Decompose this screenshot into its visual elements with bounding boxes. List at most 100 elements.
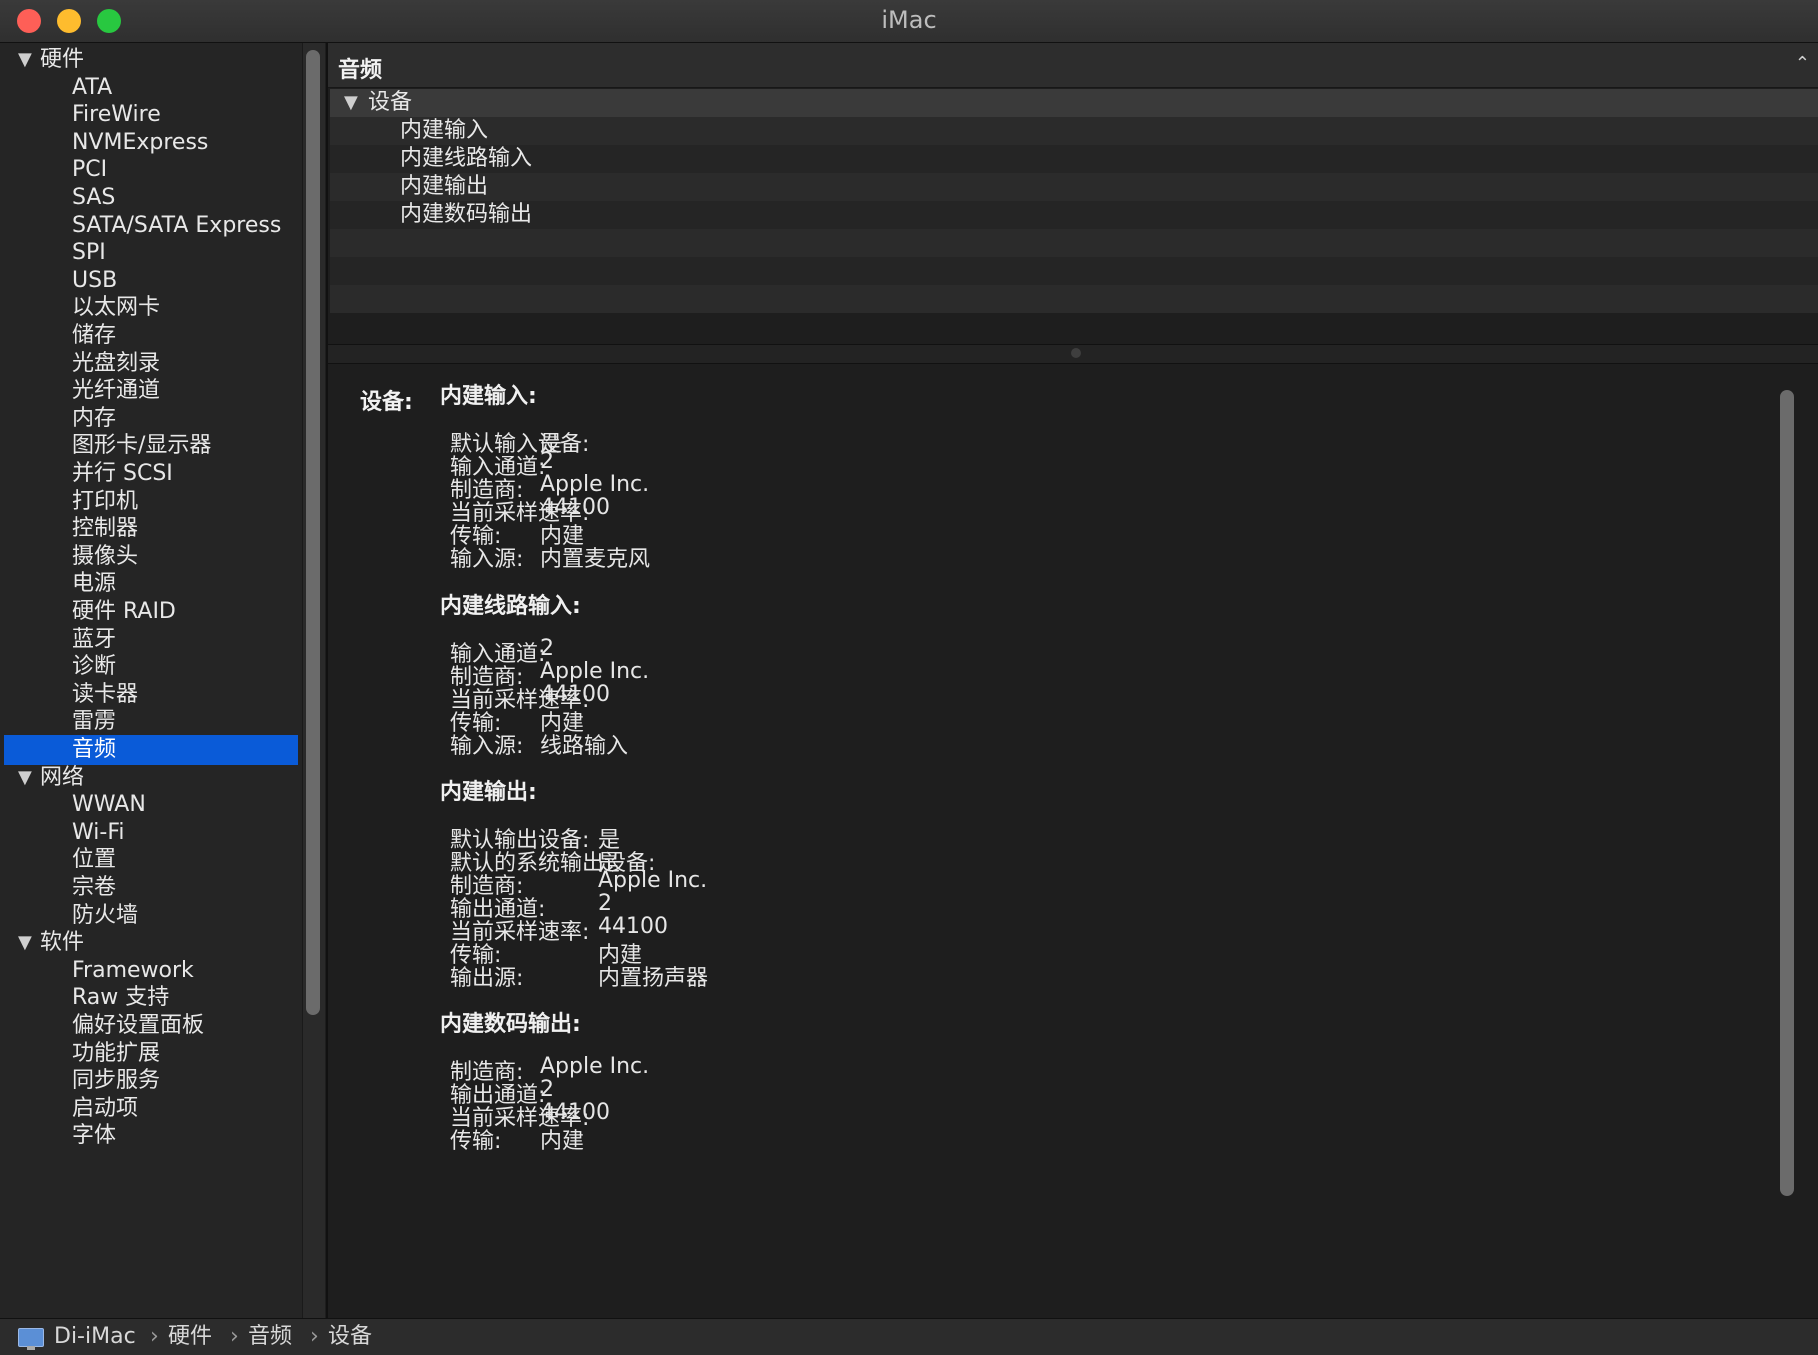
property-value: Apple Inc. [540, 659, 650, 684]
sidebar-item[interactable]: 内存 [4, 404, 298, 434]
chevron-right-icon: › [310, 1324, 319, 1349]
sidebar-item[interactable]: 控制器 [4, 514, 298, 544]
device-group-row[interactable]: ▼ 设备 [330, 89, 1818, 117]
breadcrumb-item[interactable]: Di-iMac [54, 1319, 136, 1355]
sidebar-item-label: 读卡器 [72, 681, 139, 707]
device-heading: 内建数码输出: [440, 1012, 581, 1037]
sidebar-item[interactable]: 蓝牙 [4, 625, 298, 655]
sidebar-item[interactable]: USB [4, 266, 298, 296]
sidebar-group[interactable]: ▼ 软件 [4, 928, 298, 958]
property-value: 内置扬声器 [598, 966, 709, 991]
sidebar-item[interactable]: SATA/SATA Express [4, 211, 298, 241]
sidebar-item-label: 偏好设置面板 [72, 1013, 205, 1038]
sidebar-scroll-thumb[interactable] [306, 50, 320, 1015]
empty-row [330, 285, 1818, 313]
sidebar-item[interactable]: 并行 SCSI [4, 459, 298, 489]
sidebar-item[interactable]: NVMExpress [4, 128, 298, 158]
detail-scroll-thumb[interactable] [1780, 390, 1794, 1196]
property-value: 线路输入 [540, 734, 629, 759]
device-heading: 内建线路输入: [440, 594, 581, 619]
device-label: 内建输入 [400, 118, 489, 143]
sidebar-item[interactable]: FireWire [4, 100, 298, 130]
device-row[interactable]: 内建线路输入 [330, 145, 1818, 173]
sidebar-item[interactable]: 防火墙 [4, 901, 298, 931]
device-row[interactable]: 内建输出 [330, 173, 1818, 201]
sidebar-item[interactable]: 雷雳 [4, 707, 298, 737]
property-key: 输出源: [450, 966, 524, 991]
chevron-right-icon: › [150, 1324, 159, 1349]
sidebar-item-label: 字体 [72, 1123, 117, 1149]
sidebar-item[interactable]: SPI [4, 238, 298, 268]
sidebar-item-label: 网络 [40, 764, 85, 790]
sidebar-item[interactable]: 储存 [4, 321, 298, 351]
sidebar-item[interactable]: 启动项 [4, 1094, 298, 1124]
sidebar-item-label: SATA/SATA Express [72, 212, 282, 238]
sidebar-item[interactable]: Framework [4, 956, 298, 986]
sidebar-item-label: 音频 [72, 737, 117, 762]
sidebar-item[interactable]: 以太网卡 [4, 293, 298, 323]
property-value: 44100 [540, 495, 610, 520]
sidebar-item[interactable]: 字体 [4, 1121, 298, 1151]
chevron-up-icon[interactable]: ⌃ [1795, 53, 1810, 74]
sidebar-item-label: 防火墙 [72, 902, 139, 928]
sidebar-item-label: NVMExpress [72, 129, 209, 155]
sidebar-item[interactable]: ATA [4, 73, 298, 103]
sidebar-item[interactable]: 摄像头 [4, 542, 298, 572]
imac-icon [18, 1328, 44, 1350]
sidebar-item[interactable]: 宗卷 [4, 873, 298, 903]
sidebar-item-label: 位置 [72, 847, 117, 873]
disclosure-triangle-icon[interactable]: ▼ [18, 763, 32, 793]
sidebar-item[interactable]: 图形卡/显示器 [4, 431, 298, 461]
sidebar-item[interactable]: 电源 [4, 569, 298, 599]
property-value: 内建 [540, 1129, 585, 1154]
title-bar: iMac [0, 0, 1818, 43]
breadcrumb-item[interactable]: 硬件 [168, 1319, 212, 1355]
chevron-right-icon: › [230, 1324, 239, 1349]
sidebar-item-label: PCI [72, 157, 108, 183]
sidebar-item[interactable]: 诊断 [4, 652, 298, 682]
sidebar-group[interactable]: ▼ 硬件 [4, 45, 298, 75]
sidebar-item-label: 内存 [72, 405, 117, 431]
property-value: 44100 [598, 914, 668, 939]
sidebar-item-label: 蓝牙 [72, 626, 117, 652]
device-row[interactable]: 内建数码输出 [330, 201, 1818, 229]
disclosure-triangle-icon[interactable]: ▼ [344, 89, 358, 117]
sidebar-item[interactable]: Wi-Fi [4, 818, 298, 848]
sidebar-item[interactable]: PCI [4, 155, 298, 185]
device-label: 内建线路输入 [400, 146, 533, 171]
sidebar-item[interactable]: 硬件 RAID [4, 597, 298, 627]
sidebar-item-label: SAS [72, 185, 116, 210]
device-heading: 内建输入: [440, 384, 537, 409]
sidebar-item[interactable]: WWAN [4, 790, 298, 820]
sidebar-item[interactable]: 同步服务 [4, 1066, 298, 1096]
property-value: 44100 [540, 682, 610, 707]
sidebar-item-label: 并行 SCSI [72, 461, 173, 486]
detail-pane: 设备: 内建输入: 默认输入设备: 是输入通道: 2 制造商: Apple Inc. 当前采… [328, 364, 1768, 1318]
sidebar-group[interactable]: ▼ 网络 [4, 763, 298, 793]
disclosure-triangle-icon[interactable]: ▼ [18, 45, 32, 75]
sidebar-item[interactable]: Raw 支持 [4, 983, 298, 1013]
sidebar-item[interactable]: SAS [4, 183, 298, 213]
sidebar-item[interactable]: 偏好设置面板 [4, 1011, 298, 1041]
empty-row [330, 257, 1818, 285]
sidebar-item[interactable]: 打印机 [4, 487, 298, 517]
sidebar-item-label: 硬件 [40, 47, 85, 72]
property-key: 传输: [450, 1129, 502, 1154]
sidebar-item-label: 同步服务 [72, 1068, 161, 1094]
property-value: Apple Inc. [540, 472, 650, 497]
sidebar-item[interactable]: 光盘刻录 [4, 349, 298, 379]
device-row[interactable]: 内建输入 [330, 117, 1818, 145]
disclosure-triangle-icon[interactable]: ▼ [18, 928, 32, 958]
breadcrumb-item[interactable]: 音频 [248, 1319, 292, 1355]
breadcrumb-item[interactable]: 设备 [328, 1319, 372, 1355]
property-value: 2 [598, 891, 612, 916]
sidebar-item[interactable]: 音频 [4, 735, 298, 765]
sidebar-item[interactable]: 读卡器 [4, 680, 298, 710]
detail-title: 设备: [360, 390, 413, 415]
sidebar-item[interactable]: 功能扩展 [4, 1039, 298, 1069]
device-label: 内建数码输出 [400, 202, 533, 227]
divider-handle[interactable] [1071, 348, 1081, 358]
path-bar: Di-iMac › 硬件 › 音频 › 设备 [0, 1318, 1818, 1355]
sidebar-item[interactable]: 光纤通道 [4, 376, 298, 406]
sidebar-item[interactable]: 位置 [4, 845, 298, 875]
